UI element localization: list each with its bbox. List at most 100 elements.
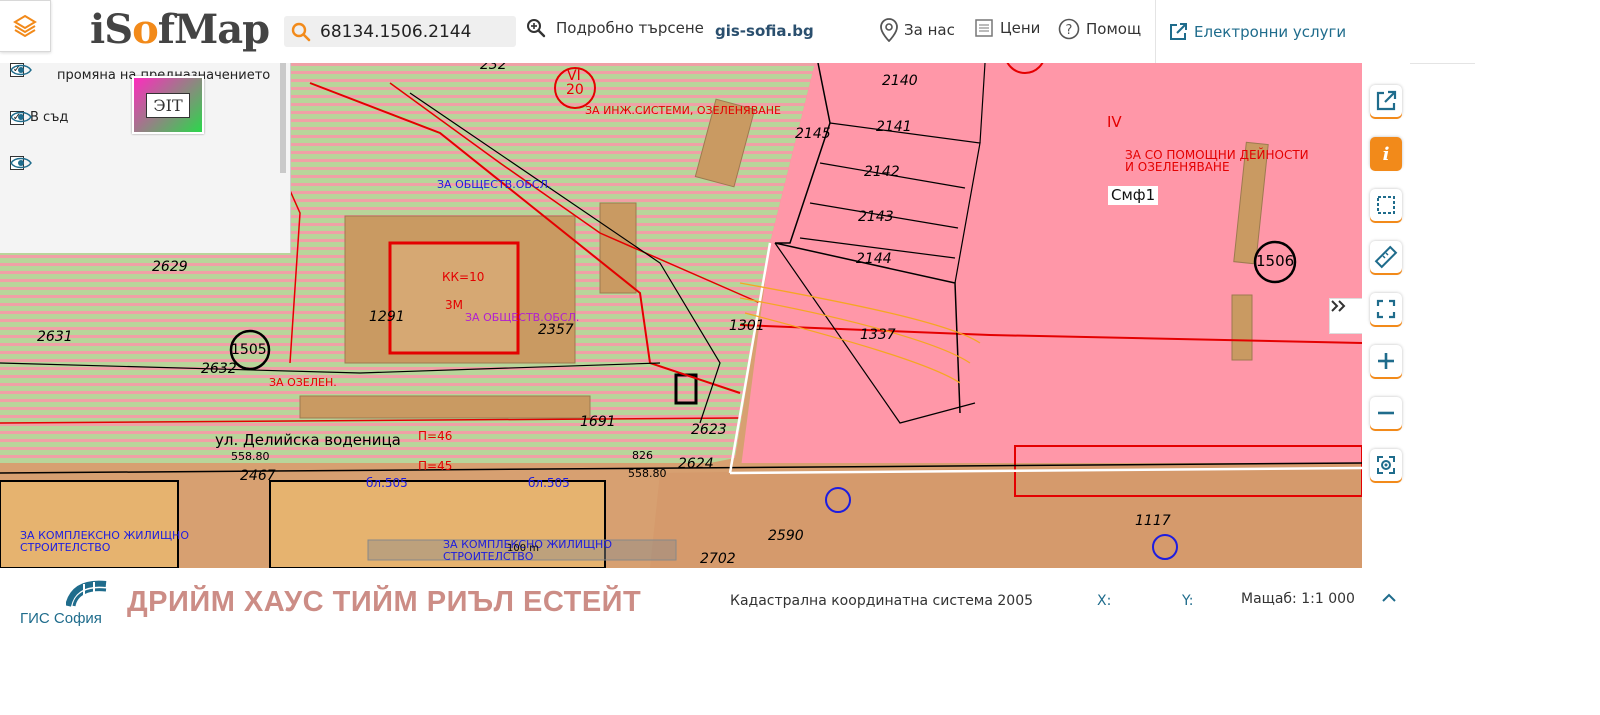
purpose-label: ЗА ОБЩЕСТВ.ОБСЛ. [465, 311, 580, 324]
circle-label-1506: 1506 [1256, 252, 1295, 270]
location-pin-icon [880, 18, 898, 42]
street-label: ул. Делийска воденица [215, 431, 401, 449]
search-icon[interactable] [284, 22, 318, 42]
gis-sofia-logo: ГИС София [20, 580, 112, 627]
search-box [284, 16, 516, 47]
target-locate-icon [1377, 456, 1395, 474]
parcel-label: 1691 [580, 414, 616, 430]
gis-sofia-link[interactable]: gis-sofia.bg [715, 22, 814, 40]
eye-icon[interactable] [10, 63, 32, 77]
nav-about[interactable]: За нас [880, 18, 955, 42]
expand-panel-button[interactable] [1329, 298, 1362, 334]
select-area-button[interactable] [1370, 189, 1402, 221]
fullscreen-button[interactable] [1370, 293, 1402, 325]
logo-text-right: fMap [157, 6, 270, 53]
purpose-label: ЗА ОЗЕЛЕН. [269, 376, 337, 389]
parcel-label: 2144 [856, 251, 892, 267]
layer-row[interactable] [10, 156, 32, 170]
logo-text-left: iS [90, 6, 133, 53]
search-input[interactable] [318, 20, 512, 43]
parcel-label: 2623 [691, 422, 727, 438]
elevation-label: 558.80 [628, 467, 667, 480]
external-link-icon [1170, 22, 1187, 40]
zoom-out-button[interactable] [1370, 397, 1402, 429]
info-icon: i [1383, 144, 1390, 164]
parcel-label: 1337 [860, 327, 896, 343]
fullscreen-icon [1376, 299, 1396, 319]
circle-label-1505: 1505 [231, 342, 267, 358]
panel-scrollbar[interactable] [280, 63, 286, 173]
advanced-search-label: Подробно търсене [556, 19, 704, 37]
zone-code-label: 3М [445, 298, 463, 312]
nav-about-label: За нас [904, 21, 955, 39]
logo-pin-o: o [132, 6, 159, 53]
purpose-label: ЗА ОБЩЕСТВ.ОБСЛ. [437, 178, 552, 191]
help-circle-icon: ? [1058, 18, 1080, 40]
parcel-label: 2702 [700, 551, 736, 567]
company-logo: ЭIT [132, 76, 204, 134]
purpose-label: СТРОИТЕЛСТВО [20, 541, 111, 554]
layers-icon [13, 14, 37, 38]
advanced-search-link[interactable]: Подробно търсене [526, 18, 704, 38]
select-rectangle-icon [1377, 196, 1395, 214]
road-width-label: П=45 [418, 459, 453, 473]
zone-label-smf1: Смф1 [1108, 186, 1159, 205]
zone-label-iv: IV [1107, 113, 1122, 131]
eservices-link[interactable]: Електронни услуги [1155, 0, 1346, 63]
parcel-label: 232 [480, 63, 507, 73]
parcel-label: 2140 [882, 73, 918, 89]
open-external-button[interactable] [1370, 85, 1402, 117]
footer-toggle-button[interactable] [1380, 590, 1398, 609]
nav-prices-label: Цени [1000, 19, 1041, 37]
double-chevron-right-icon [1331, 300, 1346, 312]
y-coordinate-label: Y: [1182, 593, 1194, 609]
map-canvas[interactable]: Смф1 IV ЗА СО ПОМОЩНИ ДЕЙНОСТИ И ОЗЕЛЕНЯ… [0, 63, 1362, 568]
minus-icon [1378, 411, 1394, 415]
block-label: бл.505 [528, 476, 570, 490]
nav-help[interactable]: ? Помощ [1058, 18, 1141, 40]
nav-help-label: Помощ [1086, 20, 1142, 38]
purpose-label: ЗА КОМПЛЕКСНО ЖИЛИЩНО [20, 529, 189, 542]
ruler-icon [1374, 245, 1398, 269]
eye-icon[interactable] [10, 110, 32, 124]
chevron-up-icon [1382, 593, 1396, 602]
company-name: ДРИЙМ ХАУС ТИЙМ РИЪЛ ЕСТЕЙТ [127, 586, 642, 618]
globe-icon [66, 580, 107, 607]
road-width-label: П=46 [418, 429, 453, 443]
measure-button[interactable] [1370, 241, 1402, 273]
parcel-label: 2631 [37, 329, 73, 345]
layers-toggle-button[interactable] [0, 0, 51, 52]
scale-bar-label: 100 m [507, 543, 540, 554]
svg-text:?: ? [1066, 23, 1073, 38]
layer-row[interactable]: ✓ [10, 63, 32, 77]
parcel-label: 2141 [876, 119, 912, 135]
purpose-label: ЗА ИНЖ.СИСТЕМИ, ОЗЕЛЕНЯВАНЕ [585, 104, 781, 117]
company-logo-text: ЭIT [146, 92, 190, 118]
x-coordinate-label: X: [1097, 593, 1112, 609]
zoom-in-button[interactable] [1370, 345, 1402, 377]
nav-prices[interactable]: Цени [974, 18, 1040, 38]
zone-label: VI [567, 68, 581, 84]
map-toolbar: i [1362, 63, 1410, 568]
zone-label: 20 [566, 82, 584, 98]
layer-label: В съд [30, 110, 69, 125]
elevation-label: 558.80 [231, 450, 270, 463]
layer-row[interactable]: ✓ В съд [10, 110, 68, 125]
price-list-icon [975, 19, 993, 37]
eservices-label: Електронни услуги [1194, 22, 1347, 41]
svg-text:i: i [1383, 144, 1390, 164]
parcel-label: 2467 [240, 468, 276, 484]
external-link-icon [1376, 90, 1397, 111]
elevation-label: 826 [632, 449, 653, 462]
info-button[interactable]: i [1370, 137, 1402, 169]
plus-icon [1378, 353, 1394, 369]
app-logo[interactable]: iS o fMap [90, 6, 270, 56]
top-header: iSofMap Подробно търсене gis-sofia.bg За… [0, 0, 1475, 64]
parcel-label: 1117 [1135, 513, 1171, 529]
zoom-search-icon [527, 19, 546, 38]
eye-icon[interactable] [10, 156, 32, 170]
scale-label: Мащаб: 1:1 000 [1241, 591, 1355, 607]
parcel-label: 2143 [858, 209, 894, 225]
parcel-label: 2145 [795, 126, 831, 142]
locate-button[interactable] [1370, 449, 1402, 481]
